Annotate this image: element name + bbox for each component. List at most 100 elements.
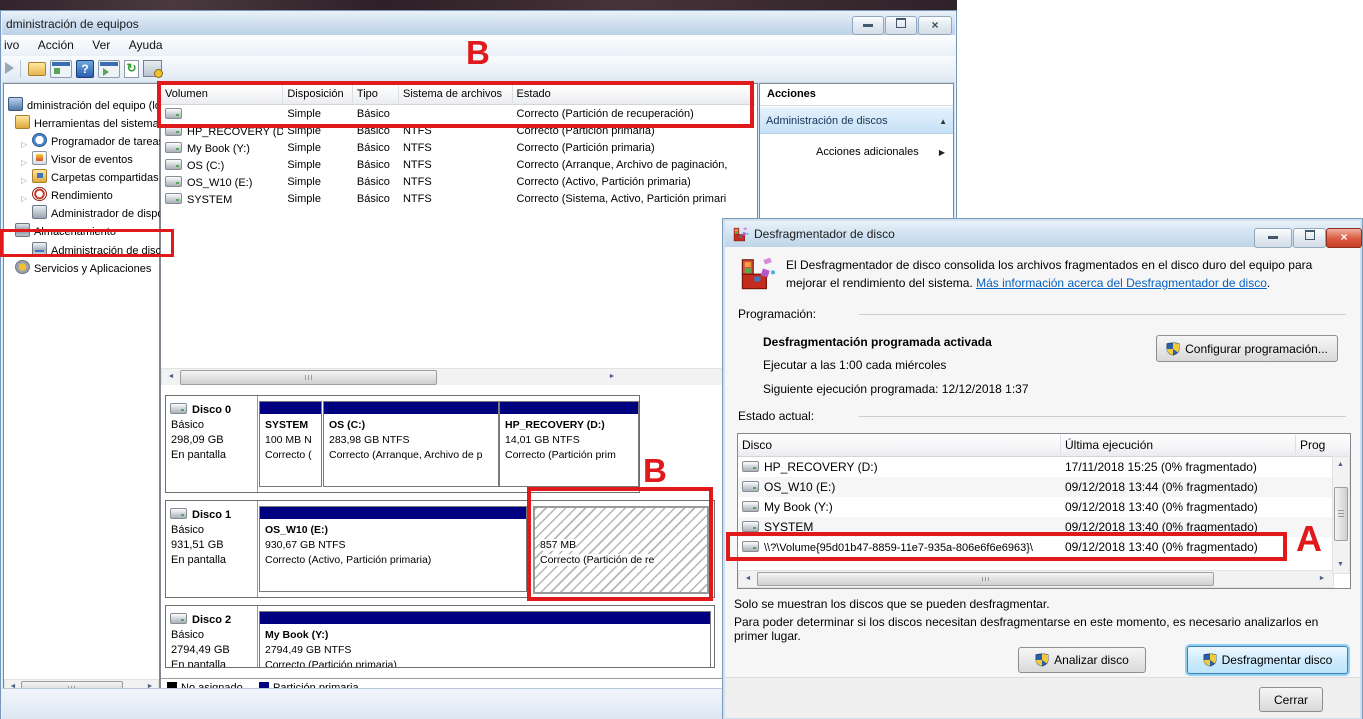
annotation-box-b-volume-row bbox=[157, 81, 754, 128]
partition-hp-recovery[interactable]: HP_RECOVERY (D:)14,01 GB NTFSCorrecto (P… bbox=[499, 401, 639, 487]
tree-item-computer-management[interactable]: dministración del equipo (loc bbox=[8, 97, 166, 112]
column-header-disco[interactable]: Disco bbox=[738, 435, 1061, 455]
column-header-ultima-ejecucion[interactable]: Última ejecución bbox=[1061, 435, 1296, 455]
disk-icon bbox=[170, 403, 187, 414]
expand-arrow-icon[interactable] bbox=[21, 188, 27, 206]
partition-my-book[interactable]: My Book (Y:)2794,49 GB NTFSCorrecto (Par… bbox=[259, 611, 711, 668]
schedule-next-run: Siguiente ejecución programada: 12/12/20… bbox=[763, 382, 1029, 396]
volume-icon bbox=[165, 142, 182, 153]
actions-pane-title: Acciones bbox=[760, 84, 953, 106]
defrag-list-vertical-scrollbar[interactable] bbox=[1332, 456, 1350, 574]
scrollbar-thumb[interactable] bbox=[180, 370, 437, 385]
partition-color-strip bbox=[260, 612, 710, 624]
expand-arrow-icon[interactable] bbox=[21, 170, 27, 188]
tree-item-programador-de-tareas[interactable]: Programador de tareas bbox=[32, 133, 164, 148]
main-window-title: dministración de equipos bbox=[6, 17, 139, 31]
system-tools-icon bbox=[15, 115, 30, 129]
shared-folders-icon bbox=[37, 173, 43, 178]
close-button[interactable] bbox=[1326, 228, 1362, 248]
partition-color-strip bbox=[260, 402, 321, 414]
scroll-right-icon[interactable] bbox=[605, 370, 619, 384]
annotation-letter-a: A bbox=[1296, 518, 1322, 560]
defrag-titlebar[interactable]: Desfragmentador de disco bbox=[725, 221, 1360, 247]
performance-icon bbox=[32, 187, 47, 201]
collapse-icon[interactable] bbox=[939, 115, 947, 127]
disk-2-panel: Disco 2 Básico 2794,49 GB En pantalla My… bbox=[165, 605, 715, 668]
cerrar-button[interactable]: Cerrar bbox=[1259, 687, 1323, 712]
scroll-down-icon[interactable] bbox=[1334, 558, 1347, 572]
partition-system[interactable]: SYSTEM100 MB NCorrecto ( bbox=[259, 401, 322, 487]
volume-row[interactable]: SYSTEM Simple Básico NTFS Correcto (Sist… bbox=[161, 190, 755, 207]
minimize-button[interactable] bbox=[1254, 228, 1292, 248]
maximize-button[interactable] bbox=[1293, 228, 1326, 248]
menu-ayuda[interactable]: Ayuda bbox=[122, 35, 170, 55]
defrag-disk-list: Disco Última ejecución Prog HP_RECOVERY … bbox=[737, 433, 1351, 589]
expand-arrow-icon[interactable] bbox=[21, 152, 27, 170]
disk-type: Básico bbox=[171, 629, 204, 641]
defrag-disk-row[interactable]: My Book (Y:) 09/12/2018 13:40 (0% fragme… bbox=[738, 497, 1350, 517]
menu-accion[interactable]: Acción bbox=[31, 35, 81, 55]
defrag-intro-text: El Desfragmentador de disco consolida lo… bbox=[786, 256, 1312, 292]
tree-item-administrador-de-dispositivos[interactable]: Administrador de dispo bbox=[32, 205, 164, 220]
disk-status: En pantalla bbox=[171, 554, 226, 566]
partition-os-c[interactable]: OS (C:)283,98 GB NTFSCorrecto (Arranque,… bbox=[323, 401, 499, 487]
volume-row[interactable]: My Book (Y:) Simple Básico NTFS Correcto… bbox=[161, 139, 755, 156]
scroll-up-icon[interactable] bbox=[1334, 458, 1347, 472]
column-header-progreso[interactable]: Prog bbox=[1296, 435, 1344, 455]
disk-settings-icon[interactable] bbox=[154, 69, 163, 78]
volume-icon bbox=[165, 176, 182, 187]
disk-icon bbox=[742, 501, 759, 512]
close-icon bbox=[1340, 233, 1347, 243]
expand-arrow-icon[interactable] bbox=[21, 134, 27, 152]
defrag-disk-row[interactable]: HP_RECOVERY (D:) 17/11/2018 15:25 (0% fr… bbox=[738, 457, 1350, 477]
section-separator bbox=[859, 416, 1346, 417]
scroll-right-icon[interactable] bbox=[1315, 572, 1329, 586]
tree-item-servicios-y-aplicaciones[interactable]: Servicios y Aplicaciones bbox=[15, 260, 151, 275]
minimize-button[interactable] bbox=[852, 16, 884, 35]
toolbar-separator bbox=[20, 60, 21, 78]
defrag-more-info-link[interactable]: Más información acerca del Desfragmentad… bbox=[976, 276, 1267, 290]
configure-schedule-button[interactable]: Configurar programación... bbox=[1156, 335, 1338, 362]
tree-item-carpetas-compartidas[interactable]: Carpetas compartidas bbox=[32, 169, 159, 184]
scrollbar-thumb[interactable] bbox=[1334, 487, 1348, 541]
scroll-left-icon[interactable] bbox=[164, 370, 178, 384]
maximize-icon bbox=[896, 20, 906, 30]
export-list-icon[interactable] bbox=[28, 62, 46, 76]
help-icon[interactable]: ? bbox=[76, 60, 94, 78]
disk-name: Disco 0 bbox=[192, 404, 231, 416]
menu-ver[interactable]: Ver bbox=[85, 35, 117, 55]
volume-row[interactable]: OS (C:) Simple Básico NTFS Correcto (Arr… bbox=[161, 156, 755, 173]
close-button[interactable] bbox=[918, 16, 952, 35]
partition-color-strip bbox=[500, 402, 638, 414]
annotation-box-b-recovery-partition bbox=[527, 487, 713, 601]
tree-item-herramientas-del-sistema[interactable]: Herramientas del sistema bbox=[15, 115, 159, 130]
scrollbar-thumb[interactable] bbox=[757, 572, 1214, 586]
show-window-icon[interactable] bbox=[100, 62, 118, 66]
defrag-list-header: Disco Última ejecución Prog bbox=[738, 434, 1350, 457]
actions-section-administracion-de-discos[interactable]: Administración de discos bbox=[760, 107, 953, 134]
console-window-icon[interactable] bbox=[52, 62, 70, 66]
analyze-disk-button[interactable]: Analizar disco bbox=[1018, 647, 1146, 673]
menu-archivo[interactable]: ivo bbox=[2, 35, 26, 55]
defrag-disk-row[interactable]: OS_W10 (E:) 09/12/2018 13:44 (0% fragmen… bbox=[738, 477, 1350, 497]
forward-icon[interactable] bbox=[5, 62, 14, 74]
minimize-icon bbox=[1268, 232, 1278, 242]
defrag-list-horizontal-scrollbar[interactable] bbox=[738, 570, 1334, 588]
scroll-left-icon[interactable] bbox=[741, 572, 755, 586]
tree-item-rendimiento[interactable]: Rendimiento bbox=[32, 187, 113, 202]
disk-name: Disco 2 bbox=[192, 614, 231, 626]
task-scheduler-icon bbox=[32, 133, 47, 147]
device-manager-icon bbox=[32, 205, 47, 219]
refresh-icon[interactable]: ↻ bbox=[124, 60, 139, 78]
console-pane-icon bbox=[54, 68, 60, 74]
tree-item-visor-de-eventos[interactable]: Visor de eventos bbox=[32, 151, 133, 166]
main-titlebar[interactable]: dministración de equipos bbox=[2, 12, 955, 35]
submenu-arrow-icon[interactable] bbox=[939, 146, 945, 158]
maximize-button[interactable] bbox=[885, 16, 917, 35]
defragment-disk-button[interactable]: Desfragmentar disco bbox=[1187, 646, 1348, 674]
disk-label-divider bbox=[257, 396, 258, 492]
partition-os-w10[interactable]: OS_W10 (E:)930,67 GB NTFSCorrecto (Activ… bbox=[259, 506, 527, 592]
actions-item-acciones-adicionales[interactable]: Acciones adicionales bbox=[760, 142, 953, 162]
screenshot-root: dministración de equipos ivo Acción Ver … bbox=[0, 0, 1363, 719]
volume-row[interactable]: OS_W10 (E:) Simple Básico NTFS Correcto … bbox=[161, 173, 755, 190]
